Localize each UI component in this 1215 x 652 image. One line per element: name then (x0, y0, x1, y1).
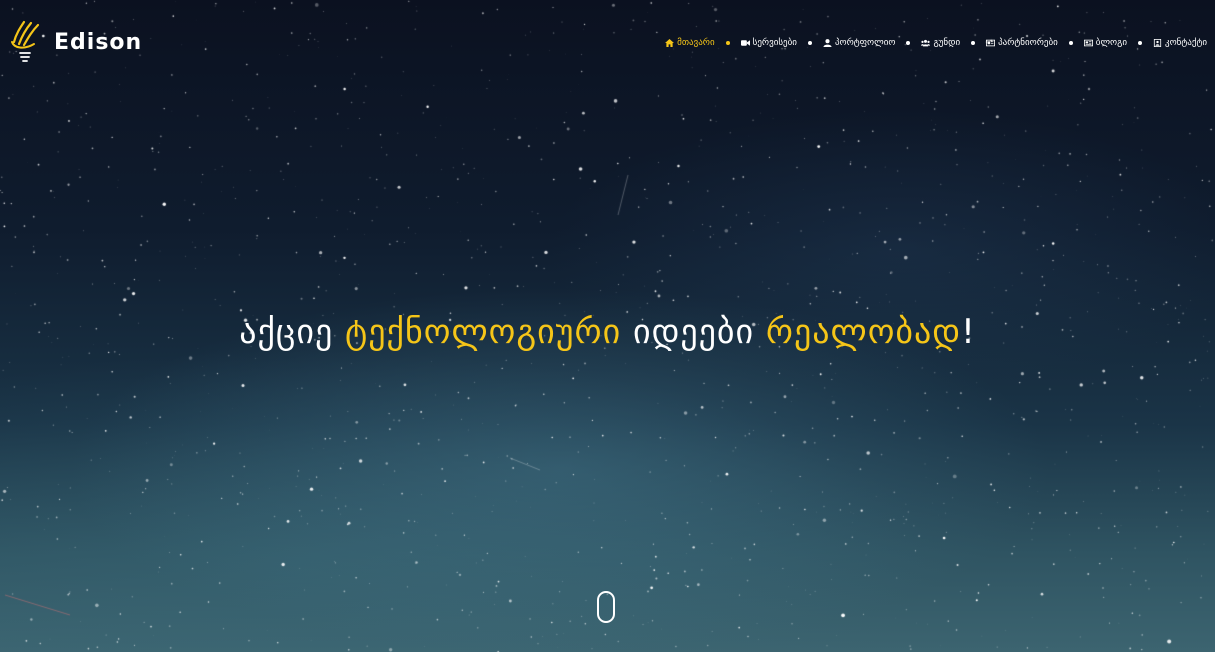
nav-label-home: მთავარი (677, 38, 715, 48)
nav-item-blog[interactable]: ბლოგი (1083, 38, 1127, 48)
lightbulb-slash-logo-icon (11, 20, 40, 62)
nav-label-blog: ბლოგი (1095, 38, 1127, 48)
nav-label-services: სერვისები (752, 38, 797, 48)
nav-separator (1138, 41, 1142, 45)
nav-label-partners: პარტნიორები (998, 38, 1058, 48)
id-card-icon (986, 39, 996, 47)
user-icon (823, 39, 832, 47)
hero-headline: აქციე ტექნოლოგიური იდეები რეალობად! (0, 312, 1215, 352)
nav-separator (906, 41, 911, 45)
newspaper-icon (1083, 39, 1093, 47)
headline-text: აქციე (239, 312, 346, 352)
contact-card-icon (1153, 39, 1162, 47)
nav-item-partners[interactable]: პარტნიორები (986, 38, 1058, 48)
headline-text: იდეები (621, 312, 766, 352)
users-icon (921, 39, 931, 47)
brand-logo[interactable]: Edison (10, 20, 142, 64)
nav-label-team: გუნდი (933, 38, 961, 48)
brand-name: Edison (54, 29, 143, 55)
nav-separator (807, 41, 812, 45)
nav-separator (971, 41, 976, 45)
nav-item-home[interactable]: მთავარი (665, 38, 715, 48)
nav-item-team[interactable]: გუნდი (921, 38, 960, 48)
nav-item-portfolio[interactable]: პორტფოლიო (823, 38, 896, 48)
nav-separator (1068, 41, 1073, 45)
headline-text: ! (961, 312, 976, 352)
headline-highlight: რეალობად (765, 312, 962, 352)
scroll-mouse-icon[interactable] (597, 591, 615, 623)
nav-item-contact[interactable]: კონტაქტი (1153, 38, 1207, 48)
nav-separator (725, 41, 730, 45)
home-icon (665, 39, 675, 47)
video-camera-icon (740, 40, 750, 46)
nav-item-services[interactable]: სერვისები (740, 38, 797, 48)
nav-label-portfolio: პორტფოლიო (834, 38, 896, 48)
main-nav: მთავარი სერვისები პორტფოლიო გუნდი პარტნი… (665, 38, 1207, 48)
nav-label-contact: კონტაქტი (1165, 38, 1207, 48)
hero-section: Edison მთავარი სერვისები პორტფოლიო გუნდი… (0, 0, 1215, 652)
headline-highlight: ტექნოლოგიური (345, 312, 622, 352)
